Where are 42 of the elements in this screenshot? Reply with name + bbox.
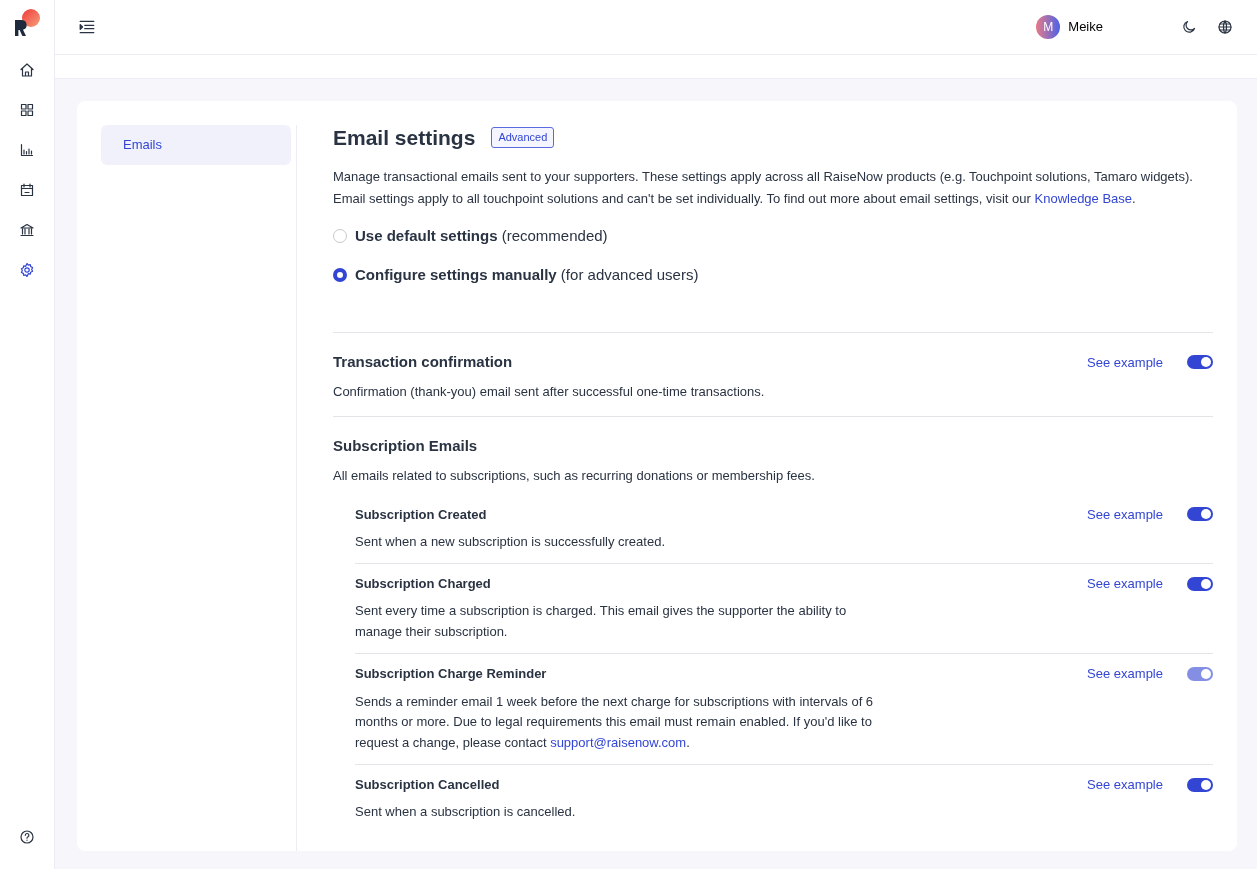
section-title: Transaction confirmation [333, 352, 514, 373]
calendar-icon [19, 182, 35, 198]
email-title: Subscription Charge Reminder [355, 665, 548, 684]
section-description: Confirmation (thank-you) email sent after successful one-time transactions. [333, 382, 766, 401]
email-title: Subscription Cancelled [355, 775, 501, 794]
see-example-link[interactable]: See example [1087, 573, 1163, 594]
menu-icon [78, 18, 96, 36]
intro-paragraph: Manage transactional emails sent to your supporters. These settings apply across all RaiseNow products (e.g. Touchpoint solutions, Tamaro widgets). Email settings apply to all touchpoint solutions and can't be set individually. To find out more about email settings, visit our Knowledge Base. [333, 168, 1194, 208]
toggle-switch[interactable] [1187, 576, 1213, 591]
home-icon [19, 62, 35, 78]
user-name: Meike [1068, 18, 1103, 37]
see-example-link[interactable]: See example [1087, 774, 1163, 795]
section-description: All emails related to subscriptions, such as recurring donations or membership fees. [333, 466, 816, 485]
help-icon [19, 829, 35, 845]
toggle-switch[interactable] [1187, 355, 1213, 370]
toggle-switch[interactable] [1187, 507, 1213, 522]
grid-icon [19, 102, 35, 118]
knowledge-base-link[interactable]: Knowledge Base [1034, 190, 1133, 206]
email-description: Sends a reminder email 1 week before the next charge for subscriptions with intervals of 6 months or more. Due to legal requirements this email must remain enabled. If you'd like to request a change, please contact support@raisenow.com. [355, 692, 875, 753]
advanced-tag: Advanced [491, 127, 555, 148]
see-example-link[interactable]: See example [1087, 504, 1163, 525]
logo-icon [12, 8, 42, 38]
globe-icon [1217, 19, 1233, 35]
page-title: Email settings [333, 125, 476, 151]
radio-label: Configure settings manually (for advanced users) [355, 264, 699, 285]
email-title: Subscription Charged [355, 574, 492, 593]
bank-icon [19, 222, 35, 238]
settings-icon [19, 262, 35, 278]
user-avatar: M [1036, 15, 1061, 39]
moon-icon [1181, 19, 1197, 35]
email-description: Sent every time a subscription is charged. This email gives the supporter the ability to manage their subscription. [355, 602, 848, 642]
toggle-switch[interactable] [1187, 777, 1213, 792]
bar-chart-icon [19, 142, 35, 158]
email-description: Sent when a new subscription is successfully created. [355, 533, 666, 552]
section-title: Subscription Emails [333, 436, 479, 457]
email-title: Subscription Created [355, 505, 488, 524]
user-menu-button[interactable]: M Meike [1036, 15, 1103, 39]
see-example-link[interactable]: See example [1087, 352, 1163, 373]
email-description: Sent when a subscription is cancelled. [355, 803, 577, 822]
radio-button[interactable] [333, 267, 347, 282]
radio-label: Use default settings (recommended) [355, 226, 608, 247]
settings-nav-item[interactable]: Emails [101, 125, 291, 165]
